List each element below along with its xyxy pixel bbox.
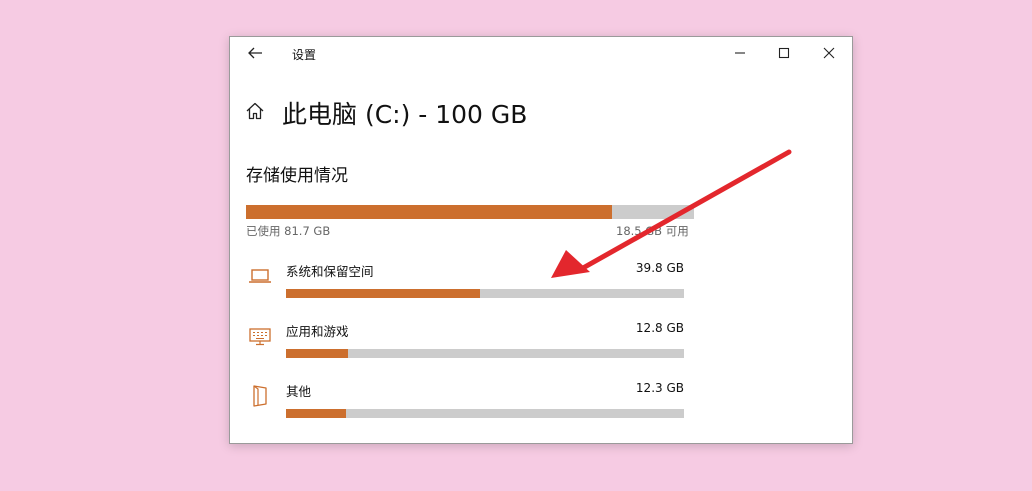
annotation-arrow [551,149,792,278]
